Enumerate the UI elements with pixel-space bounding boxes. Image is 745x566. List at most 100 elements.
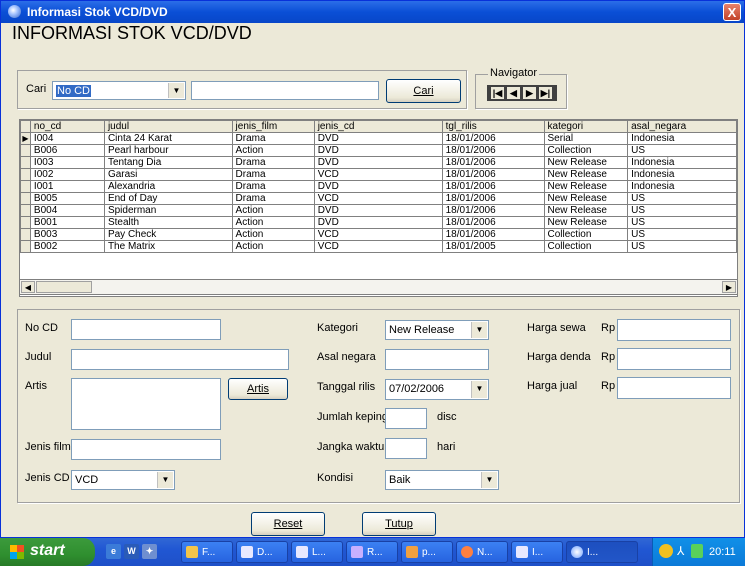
table-cell[interactable]: 18/01/2006 (441, 216, 545, 229)
harga-jual-input[interactable] (617, 377, 731, 399)
table-cell[interactable]: DVD (313, 204, 443, 217)
data-grid[interactable]: no_cd judul jenis_film jenis_cd tgl_rili… (19, 119, 738, 297)
taskbar-item-active[interactable]: I... (566, 541, 638, 563)
table-cell[interactable]: I003 (29, 156, 105, 169)
row-header[interactable] (20, 144, 31, 157)
table-cell[interactable]: Indonesia (627, 168, 737, 181)
row-header[interactable] (20, 192, 31, 205)
table-cell[interactable]: Spiderman (103, 204, 233, 217)
table-cell[interactable]: New Release (543, 204, 629, 217)
judul-input[interactable] (71, 349, 289, 370)
artis-textarea[interactable] (71, 378, 221, 430)
taskbar-item-n[interactable]: N... (456, 541, 508, 563)
app-quicklaunch-icon[interactable]: ✦ (142, 544, 157, 559)
taskbar-item-l[interactable]: L... (291, 541, 343, 563)
title-bar[interactable]: Informasi Stok VCD/DVD X (1, 1, 744, 23)
table-cell[interactable]: Pearl harbour (103, 144, 233, 157)
table-cell[interactable]: DVD (313, 216, 443, 229)
taskbar-item-d[interactable]: D... (236, 541, 288, 563)
table-cell[interactable]: B002 (29, 240, 105, 253)
table-cell[interactable]: Collection (543, 144, 629, 157)
table-cell[interactable]: B005 (29, 192, 105, 205)
table-cell[interactable]: Cinta 24 Karat (103, 132, 233, 145)
table-row[interactable]: B003 Pay Check Action VCD 18/01/2006 Collecti… (20, 228, 737, 241)
security-icon[interactable] (659, 544, 673, 558)
row-header[interactable] (20, 204, 31, 217)
column-header[interactable]: kategori (543, 120, 629, 133)
table-cell[interactable]: Action (231, 240, 315, 253)
search-field-select[interactable]: No CD ▼ (52, 81, 186, 100)
table-cell[interactable]: Indonesia (627, 180, 737, 193)
table-cell[interactable]: New Release (543, 180, 629, 193)
row-header[interactable] (20, 156, 31, 169)
close-button[interactable]: X (723, 3, 741, 21)
column-header[interactable]: jenis_cd (313, 120, 443, 133)
table-cell[interactable]: 18/01/2006 (441, 144, 545, 157)
table-cell[interactable]: Indonesia (627, 156, 737, 169)
table-row[interactable]: B004 Spiderman Action DVD 18/01/2006 New Rele… (20, 204, 737, 217)
chevron-down-icon[interactable]: ▼ (471, 322, 487, 338)
table-cell[interactable]: DVD (313, 144, 443, 157)
scroll-left-icon[interactable]: ◀ (21, 281, 35, 293)
chevron-down-icon[interactable]: ▼ (481, 472, 497, 488)
column-header[interactable]: no_cd (29, 120, 105, 133)
table-row[interactable]: B001 Stealth Action DVD 18/01/2006 New Releas… (20, 216, 737, 229)
jenis-film-input[interactable] (71, 439, 221, 460)
kondisi-select[interactable]: Baik ▼ (385, 470, 499, 490)
tanggal-rilis-picker[interactable]: 07/02/2006 ▼ (385, 379, 489, 400)
table-cell[interactable]: Drama (231, 168, 315, 181)
taskbar-item-r[interactable]: R... (346, 541, 398, 563)
next-record-icon[interactable]: ▶ (522, 86, 537, 100)
row-header[interactable] (20, 168, 31, 181)
chevron-down-icon[interactable]: ▼ (471, 381, 487, 398)
last-record-icon[interactable]: ▶| (538, 86, 553, 100)
table-cell[interactable]: Action (231, 144, 315, 157)
row-header[interactable] (20, 228, 31, 241)
table-cell[interactable]: 18/01/2006 (441, 168, 545, 181)
start-button[interactable]: start (0, 538, 95, 566)
table-cell[interactable]: Action (231, 216, 315, 229)
table-cell[interactable]: B001 (29, 216, 105, 229)
table-cell[interactable]: B004 (29, 204, 105, 217)
table-cell[interactable]: 18/01/2006 (441, 132, 545, 145)
table-cell[interactable]: The Matrix (103, 240, 233, 253)
table-cell[interactable]: Drama (231, 180, 315, 193)
table-cell[interactable]: B006 (29, 144, 105, 157)
table-cell[interactable]: DVD (313, 132, 443, 145)
table-cell[interactable]: Collection (543, 228, 629, 241)
table-cell[interactable]: 18/01/2006 (441, 228, 545, 241)
artis-button[interactable]: Artis (228, 378, 288, 400)
horizontal-scrollbar[interactable]: ◀ ▶ (19, 279, 738, 295)
language-icon[interactable] (691, 544, 703, 558)
table-cell[interactable]: Stealth (103, 216, 233, 229)
table-cell[interactable]: 18/01/2006 (441, 192, 545, 205)
table-cell[interactable]: Alexandria (103, 180, 233, 193)
table-cell[interactable]: Drama (231, 132, 315, 145)
table-cell[interactable]: DVD (313, 156, 443, 169)
harga-sewa-input[interactable] (617, 319, 731, 341)
table-cell[interactable]: New Release (543, 156, 629, 169)
column-header[interactable]: judul (103, 120, 233, 133)
jumlah-keping-input[interactable] (385, 408, 427, 429)
table-cell[interactable]: Tentang Dia (103, 156, 233, 169)
chevron-down-icon[interactable]: ▼ (157, 472, 173, 488)
table-cell[interactable]: Drama (231, 156, 315, 169)
table-cell[interactable]: End of Day (103, 192, 233, 205)
ie-quicklaunch-icon[interactable]: e (106, 544, 121, 559)
table-cell[interactable]: I002 (29, 168, 105, 181)
table-cell[interactable]: US (627, 204, 737, 217)
table-row[interactable]: B005 End of Day Drama VCD 18/01/2006 New Rele… (20, 192, 737, 205)
table-row[interactable]: B006 Pearl harbour Action DVD 18/01/2006 Coll… (20, 144, 737, 157)
table-cell[interactable]: US (627, 228, 737, 241)
row-header[interactable] (20, 180, 31, 193)
table-cell[interactable]: I004 (29, 132, 105, 145)
word-quicklaunch-icon[interactable]: W (124, 544, 139, 559)
search-input[interactable] (191, 81, 379, 100)
jenis-cd-select[interactable]: VCD ▼ (71, 470, 175, 490)
column-header[interactable]: asal_negara (627, 120, 737, 133)
tutup-button[interactable]: Tutup (362, 512, 436, 536)
table-row[interactable]: ▶ I004 Cinta 24 Karat Drama DVD 18/01/2006 Ser… (20, 132, 737, 145)
table-row[interactable]: B002 The Matrix Action VCD 18/01/2005 Collect… (20, 240, 737, 253)
table-cell[interactable]: Action (231, 204, 315, 217)
harga-denda-input[interactable] (617, 348, 731, 370)
